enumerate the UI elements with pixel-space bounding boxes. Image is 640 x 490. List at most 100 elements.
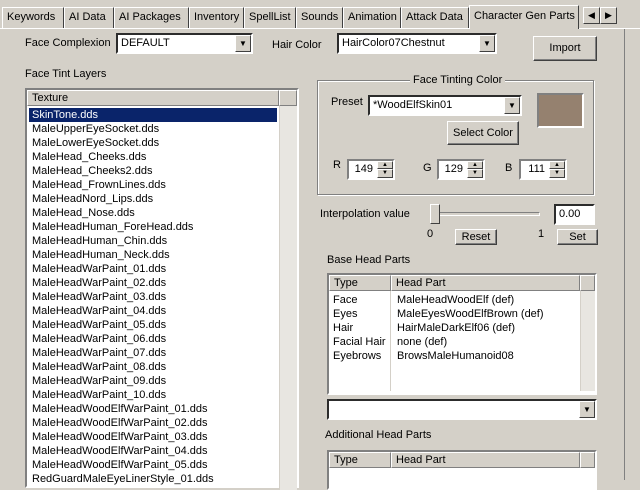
select-color-button[interactable]: Select Color (447, 121, 519, 145)
table-row[interactable]: Hair HairMaleDarkElf06 (def) (331, 321, 579, 335)
chevron-down-icon[interactable]: ▼ (504, 97, 520, 114)
reset-button[interactable]: Reset (455, 229, 497, 245)
b-value: 111 (528, 163, 545, 175)
list-item[interactable]: MaleHead_Nose.dds (29, 206, 277, 220)
column-header-filler (279, 90, 297, 106)
r-value: 149 (354, 163, 373, 175)
tab-scroll-right-icon[interactable]: ▶ (600, 7, 617, 24)
type-column-header[interactable]: Type (329, 452, 391, 468)
tab-animation[interactable]: Animation (343, 7, 401, 28)
g-spinner[interactable]: 129 ▲ ▼ (437, 159, 485, 180)
list-item[interactable]: MaleHeadWarPaint_05.dds (29, 318, 277, 332)
list-item[interactable]: MaleHeadWoodElfWarPaint_01.dds (29, 402, 277, 416)
triangle-up-icon[interactable]: ▲ (549, 161, 565, 169)
b-label: B (505, 162, 513, 174)
interpolation-value: 0.00 (559, 208, 581, 220)
list-item[interactable]: MaleHeadWoodElfWarPaint_05.dds (29, 458, 277, 472)
list-item[interactable]: MaleHeadHuman_Neck.dds (29, 248, 277, 262)
tab-sounds[interactable]: Sounds (296, 7, 343, 28)
list-item[interactable]: MaleHeadWarPaint_08.dds (29, 360, 277, 374)
right-edge-scrollbar[interactable] (624, 29, 640, 480)
list-item[interactable]: MaleHeadNord_Lips.dds (29, 192, 277, 206)
table-row[interactable]: Facial Hair none (def) (331, 335, 579, 349)
list-item[interactable]: MaleHead_Cheeks.dds (29, 150, 277, 164)
tab-scroll-left-icon[interactable]: ◀ (583, 7, 600, 24)
tab-ai-packages[interactable]: AI Packages (114, 7, 189, 28)
tab-ai-data[interactable]: AI Data (64, 7, 114, 28)
head-part-dropdown[interactable]: ▼ (327, 399, 597, 420)
head-part-cell: HairMaleDarkElf06 (def) (397, 322, 515, 334)
slider-max-label: 1 (538, 228, 545, 240)
type-cell: Face (333, 294, 358, 306)
face-tint-layers-list[interactable]: Texture SkinTone.dds MaleUpperEyeSocket.d… (25, 88, 299, 490)
slider-min-label: 0 (427, 228, 434, 240)
set-button[interactable]: Set (557, 229, 598, 245)
face-complexion-label: Face Complexion (25, 37, 111, 49)
column-header-filler (580, 452, 595, 468)
list-item[interactable]: MaleHeadWarPaint_01.dds (29, 262, 277, 276)
table-row[interactable]: Face MaleHeadWoodElf (def) (331, 293, 579, 307)
list-item[interactable]: MaleHeadWarPaint_03.dds (29, 290, 277, 304)
list-item[interactable]: MaleHeadWoodElfWarPaint_02.dds (29, 416, 277, 430)
list-item[interactable]: MaleHeadHuman_ForeHead.dds (29, 220, 277, 234)
head-part-cell: none (def) (397, 336, 448, 348)
tab-attack-data[interactable]: Attack Data (401, 7, 469, 28)
table-row[interactable]: Eyes MaleEyesWoodElfBrown (def) (331, 307, 579, 321)
scrollbar[interactable] (580, 291, 595, 391)
chevron-down-icon[interactable]: ▼ (579, 401, 595, 418)
interpolation-slider-thumb[interactable] (430, 204, 440, 224)
triangle-up-icon[interactable]: ▲ (377, 161, 393, 169)
list-item[interactable]: MaleHeadWarPaint_10.dds (29, 388, 277, 402)
scrollbar[interactable] (279, 106, 297, 490)
hair-color-dropdown[interactable]: HairColor07Chestnut ▼ (337, 33, 497, 54)
triangle-up-icon[interactable]: ▲ (467, 161, 483, 169)
list-item[interactable]: MaleHeadWarPaint_04.dds (29, 304, 277, 318)
table-row[interactable]: Eyebrows BrowsMaleHumanoid08 (331, 349, 579, 363)
list-item[interactable]: MaleHeadWoodElfWarPaint_04.dds (29, 444, 277, 458)
g-value: 129 (444, 163, 463, 175)
tab-inventory[interactable]: Inventory (189, 7, 244, 28)
face-complexion-dropdown[interactable]: DEFAULT ▼ (116, 33, 253, 54)
interpolation-label: Interpolation value (320, 208, 410, 220)
texture-column-header[interactable]: Texture (27, 90, 279, 106)
list-item[interactable]: MaleLowerEyeSocket.dds (29, 136, 277, 150)
list-item[interactable]: MaleHeadHuman_Chin.dds (29, 234, 277, 248)
list-item[interactable]: MaleHead_FrownLines.dds (29, 178, 277, 192)
type-cell: Hair (333, 322, 354, 334)
preset-label: Preset (331, 96, 363, 108)
tab-character-gen-parts[interactable]: Character Gen Parts (469, 5, 579, 29)
face-tint-layers-label: Face Tint Layers (25, 68, 107, 80)
list-item[interactable]: MaleHeadWarPaint_07.dds (29, 346, 277, 360)
triangle-down-icon[interactable]: ▼ (377, 169, 393, 178)
color-swatch[interactable] (537, 93, 584, 128)
interpolation-slider-track[interactable] (430, 212, 540, 216)
list-item[interactable]: MaleHeadWarPaint_06.dds (29, 332, 277, 346)
head-part-cell: MaleHeadWoodElf (def) (397, 294, 515, 306)
chevron-down-icon[interactable]: ▼ (479, 35, 495, 52)
r-spinner[interactable]: 149 ▲ ▼ (347, 159, 395, 180)
g-label: G (423, 162, 432, 174)
interpolation-value-field[interactable]: 0.00 (554, 204, 595, 225)
triangle-down-icon[interactable]: ▼ (549, 169, 565, 178)
triangle-down-icon[interactable]: ▼ (467, 169, 483, 178)
head-part-column-header[interactable]: Head Part (391, 452, 580, 468)
tab-spelllist[interactable]: SpellList (244, 7, 296, 28)
list-item[interactable]: MaleHead_Cheeks2.dds (29, 164, 277, 178)
b-spinner[interactable]: 111 ▲ ▼ (519, 159, 567, 180)
list-item[interactable]: MaleHeadWoodElfWarPaint_03.dds (29, 430, 277, 444)
type-column-header[interactable]: Type (329, 275, 391, 291)
list-item[interactable]: MaleHeadWarPaint_09.dds (29, 374, 277, 388)
list-item[interactable]: SkinTone.dds (29, 108, 277, 122)
chevron-down-icon[interactable]: ▼ (235, 35, 251, 52)
list-item[interactable]: MaleUpperEyeSocket.dds (29, 122, 277, 136)
type-cell: Eyes (333, 308, 358, 320)
tab-keywords[interactable]: Keywords (2, 7, 64, 28)
list-item[interactable]: RedGuardMaleEyeLinerStyle_01.dds (29, 472, 277, 486)
list-item[interactable]: MaleHeadWarPaint_02.dds (29, 276, 277, 290)
additional-head-parts-table[interactable]: Type Head Part (327, 450, 597, 490)
preset-dropdown[interactable]: *WoodElfSkin01 ▼ (368, 95, 522, 116)
head-part-column-header[interactable]: Head Part (391, 275, 580, 291)
head-part-cell: BrowsMaleHumanoid08 (397, 350, 514, 362)
import-button[interactable]: Import (533, 36, 597, 61)
base-head-parts-table[interactable]: Type Head Part Face MaleHeadWoodElf (def)… (327, 273, 597, 395)
